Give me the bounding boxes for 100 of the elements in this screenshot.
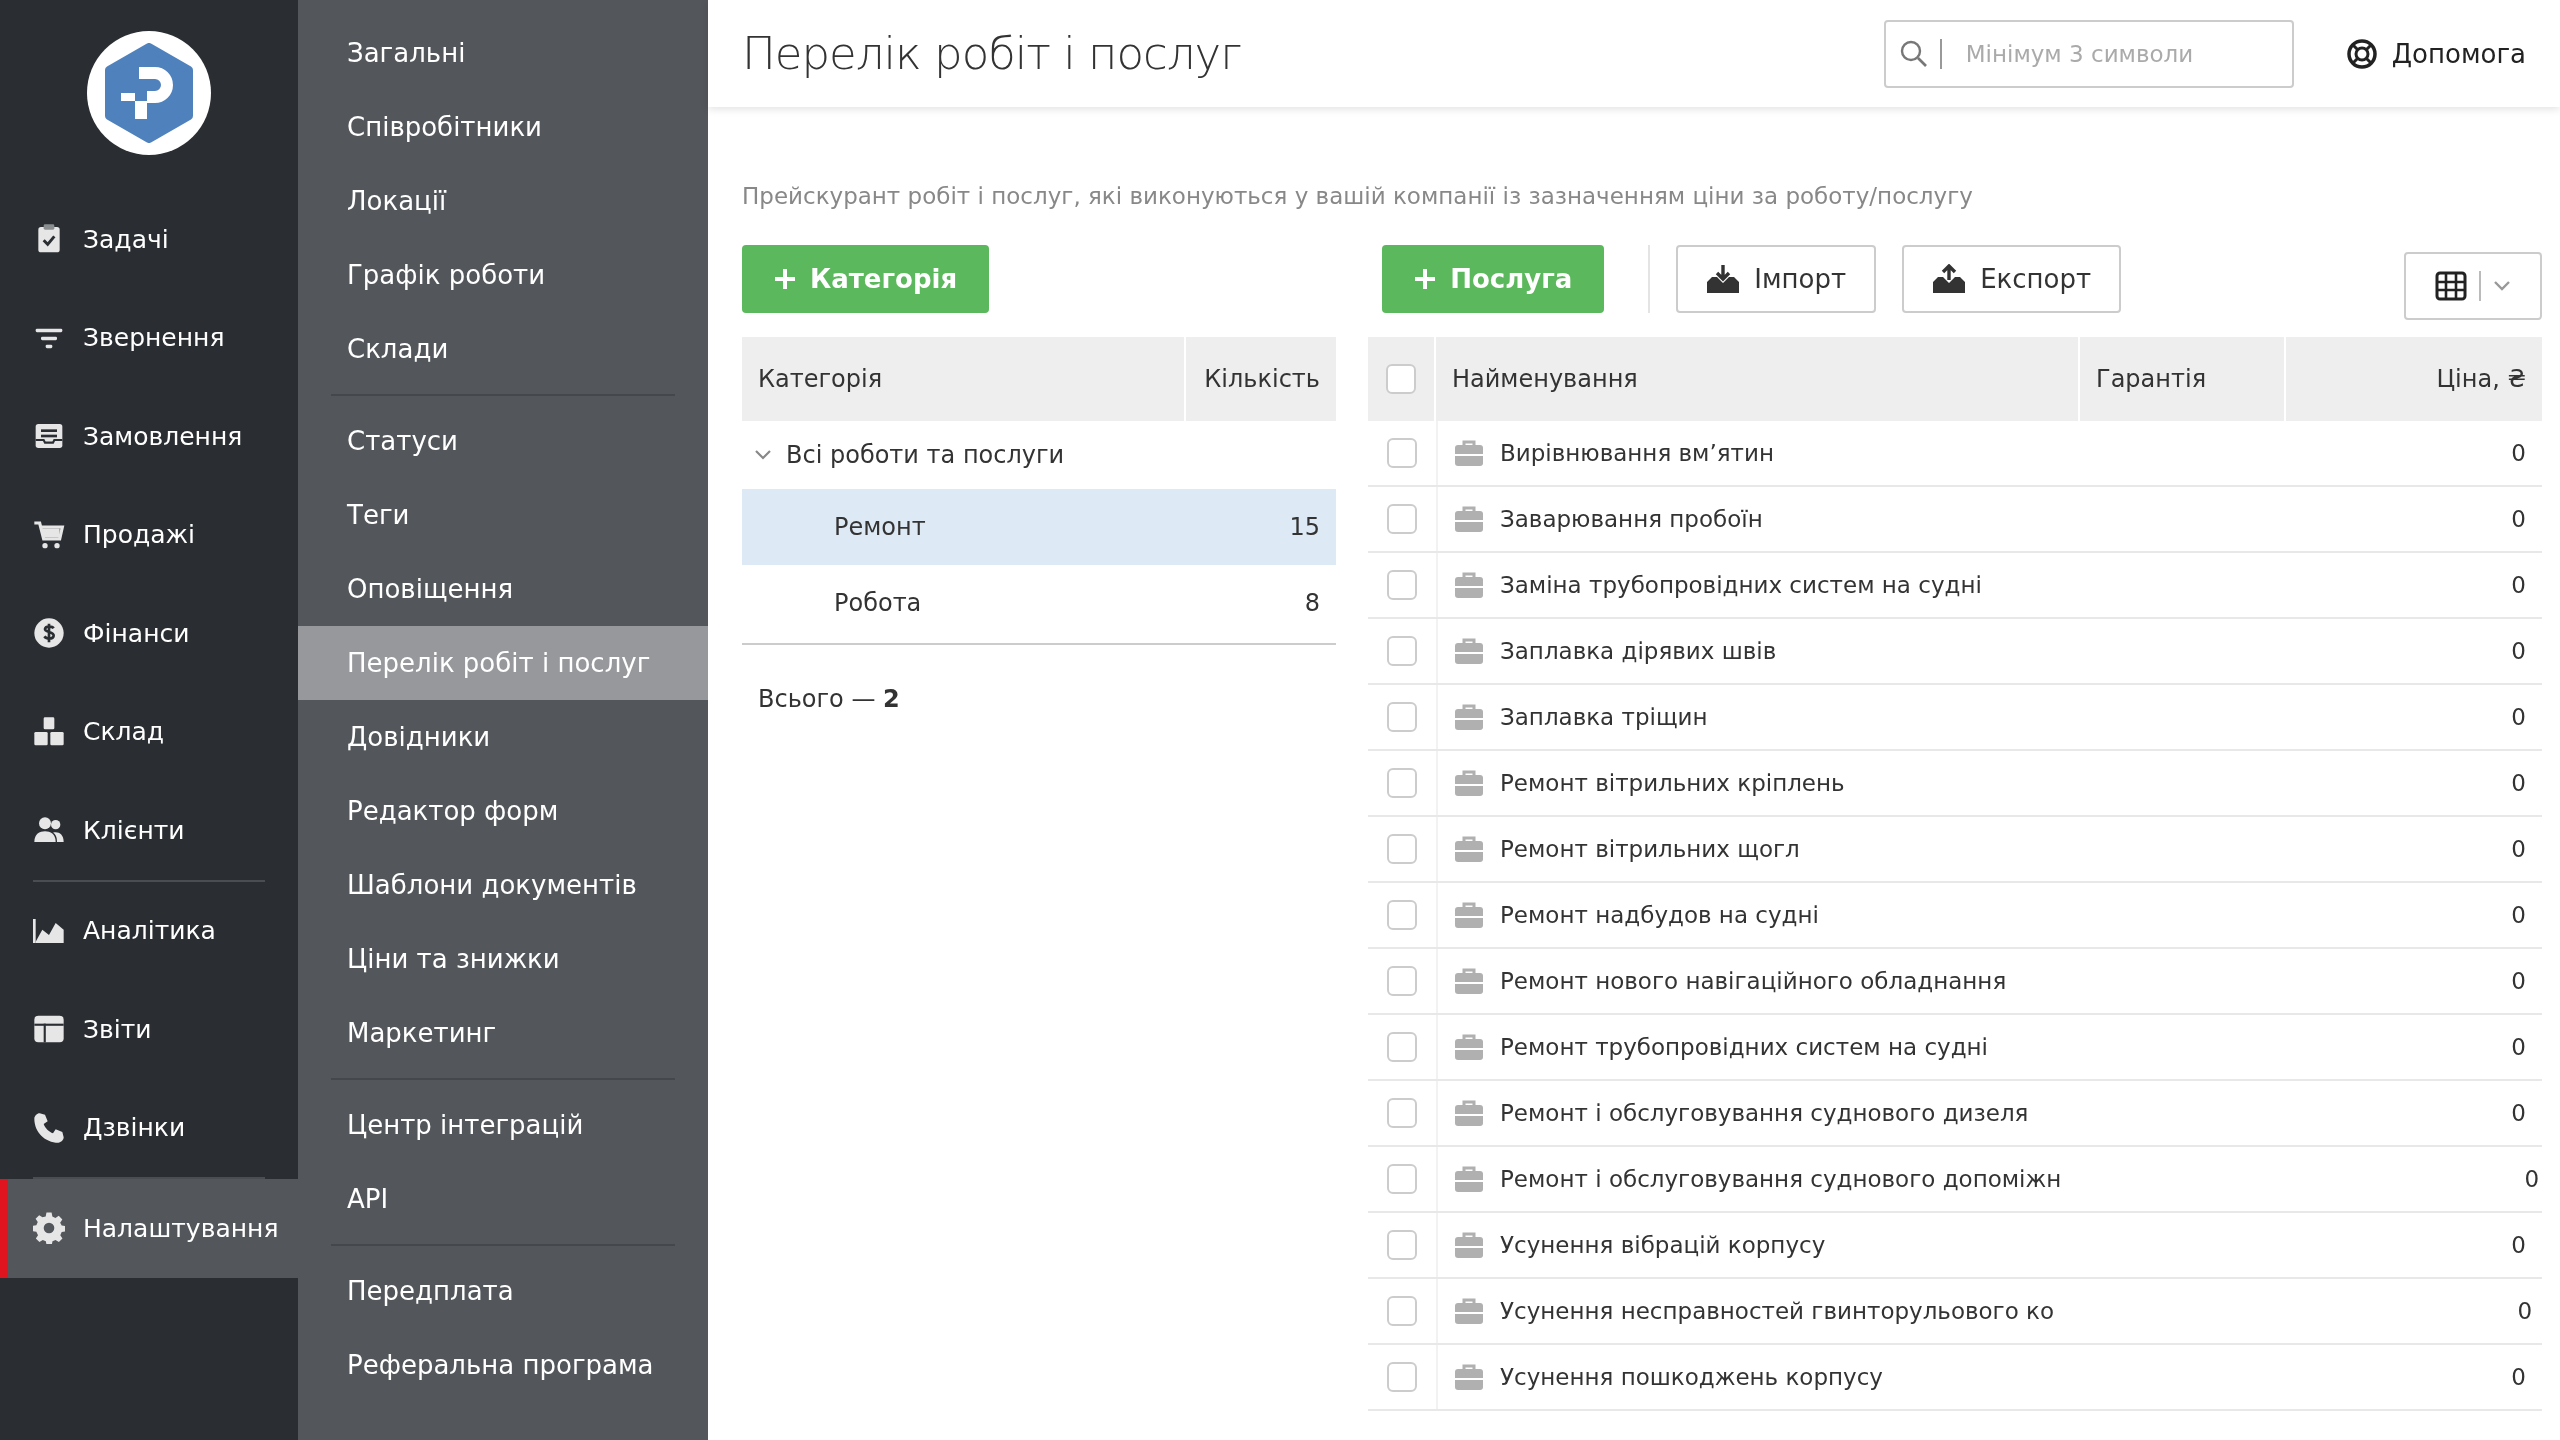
export-button[interactable]: Експорт	[1902, 245, 2122, 313]
submenu-item[interactable]: Співробітники	[298, 90, 708, 164]
price-cell: 0	[2511, 572, 2526, 598]
row-checkbox[interactable]	[1387, 1296, 1417, 1326]
price-cell: 0	[2511, 1364, 2526, 1390]
service-name[interactable]: Усунення несправностей гвинторульового ко	[1500, 1298, 2055, 1324]
service-name[interactable]: Вирівнювання вм’ятин	[1500, 440, 1774, 466]
nav-item[interactable]: Задачі	[0, 190, 298, 289]
briefcase-icon	[1454, 1297, 1484, 1325]
submenu-item[interactable]: Передплата	[298, 1254, 708, 1328]
submenu-item[interactable]: Теги	[298, 478, 708, 552]
nav-item[interactable]: Склад	[0, 682, 298, 781]
briefcase-icon	[1454, 1033, 1484, 1061]
service-name[interactable]: Ремонт надбудов на судні	[1500, 902, 1819, 928]
service-name[interactable]: Ремонт трубопровідних систем на судні	[1500, 1034, 1988, 1060]
submenu-item[interactable]: Оповіщення	[298, 552, 708, 626]
service-name[interactable]: Усунення пошкоджень корпусу	[1500, 1364, 1883, 1390]
service-name[interactable]: Ремонт вітрильних щогл	[1500, 836, 1800, 862]
price-cell: 0	[2511, 770, 2526, 796]
submenu-item[interactable]: Центр інтеграцій	[298, 1088, 708, 1162]
submenu-item[interactable]: Статуси	[298, 404, 708, 478]
submenu-item[interactable]: Маркетинг	[298, 996, 708, 1070]
briefcase-icon	[1454, 439, 1484, 467]
submenu-item[interactable]: Довідники	[298, 700, 708, 774]
row-checkbox[interactable]	[1387, 504, 1417, 534]
price-cell: 0	[2511, 704, 2526, 730]
category-name: Ремонт	[834, 513, 927, 541]
row-checkbox[interactable]	[1387, 570, 1417, 600]
nav-item[interactable]: Замовлення	[0, 387, 298, 486]
row-checkbox[interactable]	[1387, 1230, 1417, 1260]
nav-item[interactable]: Клієнти	[0, 781, 298, 880]
submenu-item[interactable]: Локації	[298, 164, 708, 238]
price-cell: 0	[2511, 1100, 2526, 1126]
search-field[interactable]: Мінімум 3 символи	[1883, 19, 2294, 88]
submenu-item[interactable]: Реферальна програма	[298, 1328, 708, 1402]
category-name: Робота	[834, 589, 923, 617]
category-count: 8	[1304, 589, 1320, 617]
submenu-item[interactable]: API	[298, 1162, 708, 1236]
service-name[interactable]: Ремонт і обслуговування суднового допоміжн	[1500, 1166, 2062, 1192]
nav-item[interactable]: Аналітика	[0, 881, 298, 980]
briefcase-icon	[1454, 967, 1484, 995]
service-name[interactable]: Заплавка тріщин	[1500, 704, 1708, 730]
briefcase-icon	[1454, 1363, 1484, 1391]
row-checkbox[interactable]	[1387, 1098, 1417, 1128]
nav-item[interactable]: Дзвінки	[0, 1078, 298, 1177]
chevron-down-icon	[2493, 280, 2511, 292]
boxes-icon	[33, 715, 65, 748]
row-checkbox[interactable]	[1387, 900, 1417, 930]
column-header: Кількість	[1203, 365, 1321, 393]
row-checkbox[interactable]	[1387, 636, 1417, 666]
nav-item[interactable]: Фінанси	[0, 584, 298, 683]
import-button[interactable]: Імпорт	[1676, 245, 1877, 313]
tree-node[interactable]: Всі роботи та послуги	[742, 421, 1336, 489]
briefcase-icon	[1454, 901, 1484, 929]
service-name[interactable]: Усунення вібрацій корпусу	[1500, 1232, 1826, 1258]
briefcase-icon	[1454, 1231, 1484, 1259]
price-cell: 0	[2511, 968, 2526, 994]
service-name[interactable]: Ремонт нового навігаційного обладнання	[1500, 968, 2007, 994]
help-link[interactable]: Допомога	[2345, 37, 2526, 70]
category-row[interactable]: Робота 8	[742, 565, 1336, 641]
category-row[interactable]: Ремонт 15	[742, 489, 1336, 565]
plus-icon	[1414, 268, 1437, 290]
price-cell: 0	[2511, 440, 2526, 466]
nav-item[interactable]: Звіти	[0, 980, 298, 1079]
row-checkbox[interactable]	[1387, 1032, 1417, 1062]
category-count: 15	[1289, 513, 1320, 541]
select-all-checkbox[interactable]	[1386, 364, 1416, 394]
submenu-item[interactable]: Редактор форм	[298, 774, 708, 848]
total-count: Всього — 2	[758, 685, 900, 713]
row-checkbox[interactable]	[1387, 834, 1417, 864]
plus-icon	[774, 268, 796, 290]
nav-item[interactable]: Звернення	[0, 288, 298, 387]
price-cell: 0	[2511, 902, 2526, 928]
row-checkbox[interactable]	[1387, 768, 1417, 798]
service-name[interactable]: Заплавка дірявих швів	[1500, 638, 1777, 664]
briefcase-icon	[1454, 505, 1484, 533]
price-cell: 0	[2511, 836, 2526, 862]
row-checkbox[interactable]	[1387, 702, 1417, 732]
submenu-item[interactable]: Шаблони документів	[298, 848, 708, 922]
row-checkbox[interactable]	[1387, 1164, 1417, 1194]
submenu-item[interactable]: Загальні	[298, 16, 708, 90]
service-name[interactable]: Ремонт вітрильних кріплень	[1500, 770, 1845, 796]
lifebuoy-icon	[2345, 37, 2378, 70]
nav-item[interactable]: Продажі	[0, 485, 298, 584]
service-name[interactable]: Заміна трубопровідних систем на судні	[1500, 572, 1982, 598]
row-checkbox[interactable]	[1387, 966, 1417, 996]
cart-icon	[33, 518, 65, 551]
nav-item[interactable]: Налаштування	[0, 1179, 298, 1278]
view-toggle-button[interactable]	[2404, 252, 2542, 320]
service-name[interactable]: Заварювання пробоїн	[1500, 506, 1763, 532]
column-header: Найменування	[1436, 337, 2080, 421]
service-name[interactable]: Ремонт і обслуговування суднового дизеля	[1500, 1100, 2029, 1126]
gear-icon	[33, 1212, 65, 1245]
page-title: Перелік робіт і послуг	[742, 27, 1243, 80]
submenu-item[interactable]: Графік роботи	[298, 238, 708, 312]
submenu-item[interactable]: Склади	[298, 312, 708, 386]
row-checkbox[interactable]	[1387, 438, 1417, 468]
briefcase-icon	[1454, 835, 1484, 863]
submenu-item[interactable]: Ціни та знижки	[298, 922, 708, 996]
row-checkbox[interactable]	[1387, 1362, 1417, 1392]
